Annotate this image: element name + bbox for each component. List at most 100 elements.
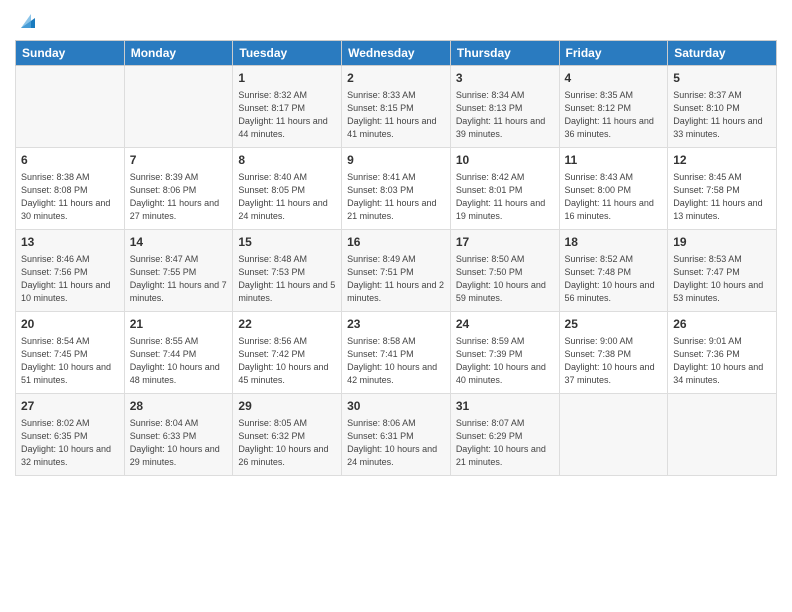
day-content: Sunrise: 8:07 AM Sunset: 6:29 PM Dayligh… — [456, 417, 554, 469]
day-content: Sunrise: 9:00 AM Sunset: 7:38 PM Dayligh… — [565, 335, 663, 387]
day-number: 14 — [130, 234, 228, 251]
calendar-cell: 9 Sunrise: 8:41 AM Sunset: 8:03 PM Daylig… — [342, 148, 451, 230]
day-number: 30 — [347, 398, 445, 415]
calendar-cell: 13 Sunrise: 8:46 AM Sunset: 7:56 PM Dayli… — [16, 230, 125, 312]
weekday-header: Saturday — [668, 41, 777, 66]
day-content: Sunrise: 8:47 AM Sunset: 7:55 PM Dayligh… — [130, 253, 228, 305]
day-content: Sunrise: 8:49 AM Sunset: 7:51 PM Dayligh… — [347, 253, 445, 305]
calendar-table: SundayMondayTuesdayWednesdayThursdayFrid… — [15, 40, 777, 476]
calendar-cell: 17 Sunrise: 8:50 AM Sunset: 7:50 PM Dayli… — [450, 230, 559, 312]
day-content: Sunrise: 8:04 AM Sunset: 6:33 PM Dayligh… — [130, 417, 228, 469]
weekday-header: Tuesday — [233, 41, 342, 66]
header — [15, 10, 777, 32]
calendar-cell: 3 Sunrise: 8:34 AM Sunset: 8:13 PM Daylig… — [450, 66, 559, 148]
calendar-cell: 12 Sunrise: 8:45 AM Sunset: 7:58 PM Dayli… — [668, 148, 777, 230]
calendar-cell: 16 Sunrise: 8:49 AM Sunset: 7:51 PM Dayli… — [342, 230, 451, 312]
day-content: Sunrise: 8:52 AM Sunset: 7:48 PM Dayligh… — [565, 253, 663, 305]
day-number: 1 — [238, 70, 336, 87]
calendar-cell: 10 Sunrise: 8:42 AM Sunset: 8:01 PM Dayli… — [450, 148, 559, 230]
day-content: Sunrise: 8:34 AM Sunset: 8:13 PM Dayligh… — [456, 89, 554, 141]
calendar-cell: 18 Sunrise: 8:52 AM Sunset: 7:48 PM Dayli… — [559, 230, 668, 312]
day-number: 5 — [673, 70, 771, 87]
day-number: 25 — [565, 316, 663, 333]
calendar-body: 1 Sunrise: 8:32 AM Sunset: 8:17 PM Daylig… — [16, 66, 777, 476]
calendar-cell: 20 Sunrise: 8:54 AM Sunset: 7:45 PM Dayli… — [16, 312, 125, 394]
day-number: 29 — [238, 398, 336, 415]
calendar-cell: 28Sunrise: 8:04 AM Sunset: 6:33 PM Dayli… — [124, 394, 233, 476]
weekday-header: Friday — [559, 41, 668, 66]
day-content: Sunrise: 9:01 AM Sunset: 7:36 PM Dayligh… — [673, 335, 771, 387]
calendar-cell — [668, 394, 777, 476]
calendar-cell: 15 Sunrise: 8:48 AM Sunset: 7:53 PM Dayli… — [233, 230, 342, 312]
day-content: Sunrise: 8:41 AM Sunset: 8:03 PM Dayligh… — [347, 171, 445, 223]
day-number: 23 — [347, 316, 445, 333]
calendar-week-row: 20 Sunrise: 8:54 AM Sunset: 7:45 PM Dayli… — [16, 312, 777, 394]
logo — [15, 10, 39, 32]
day-number: 18 — [565, 234, 663, 251]
weekday-header: Thursday — [450, 41, 559, 66]
day-number: 17 — [456, 234, 554, 251]
day-content: Sunrise: 8:02 AM Sunset: 6:35 PM Dayligh… — [21, 417, 119, 469]
calendar-week-row: 6 Sunrise: 8:38 AM Sunset: 8:08 PM Daylig… — [16, 148, 777, 230]
day-content: Sunrise: 8:55 AM Sunset: 7:44 PM Dayligh… — [130, 335, 228, 387]
day-content: Sunrise: 8:33 AM Sunset: 8:15 PM Dayligh… — [347, 89, 445, 141]
day-number: 9 — [347, 152, 445, 169]
day-number: 3 — [456, 70, 554, 87]
day-number: 10 — [456, 152, 554, 169]
calendar-cell: 24Sunrise: 8:59 AM Sunset: 7:39 PM Dayli… — [450, 312, 559, 394]
calendar-cell: 14 Sunrise: 8:47 AM Sunset: 7:55 PM Dayli… — [124, 230, 233, 312]
day-content: Sunrise: 8:48 AM Sunset: 7:53 PM Dayligh… — [238, 253, 336, 305]
calendar-cell: 2Sunrise: 8:33 AM Sunset: 8:15 PM Daylig… — [342, 66, 451, 148]
calendar-cell: 5 Sunrise: 8:37 AM Sunset: 8:10 PM Daylig… — [668, 66, 777, 148]
day-number: 26 — [673, 316, 771, 333]
calendar-cell: 4Sunrise: 8:35 AM Sunset: 8:12 PM Daylig… — [559, 66, 668, 148]
day-content: Sunrise: 8:56 AM Sunset: 7:42 PM Dayligh… — [238, 335, 336, 387]
calendar-week-row: 13 Sunrise: 8:46 AM Sunset: 7:56 PM Dayli… — [16, 230, 777, 312]
calendar-cell — [124, 66, 233, 148]
calendar-cell: 25 Sunrise: 9:00 AM Sunset: 7:38 PM Dayli… — [559, 312, 668, 394]
day-content: Sunrise: 8:50 AM Sunset: 7:50 PM Dayligh… — [456, 253, 554, 305]
calendar-header-row: SundayMondayTuesdayWednesdayThursdayFrid… — [16, 41, 777, 66]
calendar-cell: 6 Sunrise: 8:38 AM Sunset: 8:08 PM Daylig… — [16, 148, 125, 230]
day-content: Sunrise: 8:54 AM Sunset: 7:45 PM Dayligh… — [21, 335, 119, 387]
day-content: Sunrise: 8:42 AM Sunset: 8:01 PM Dayligh… — [456, 171, 554, 223]
day-number: 12 — [673, 152, 771, 169]
day-number: 27 — [21, 398, 119, 415]
day-number: 15 — [238, 234, 336, 251]
day-number: 7 — [130, 152, 228, 169]
day-content: Sunrise: 8:43 AM Sunset: 8:00 PM Dayligh… — [565, 171, 663, 223]
day-content: Sunrise: 8:40 AM Sunset: 8:05 PM Dayligh… — [238, 171, 336, 223]
calendar-cell: 31Sunrise: 8:07 AM Sunset: 6:29 PM Dayli… — [450, 394, 559, 476]
calendar-week-row: 1 Sunrise: 8:32 AM Sunset: 8:17 PM Daylig… — [16, 66, 777, 148]
calendar-cell — [16, 66, 125, 148]
calendar-cell: 7Sunrise: 8:39 AM Sunset: 8:06 PM Daylig… — [124, 148, 233, 230]
weekday-header: Wednesday — [342, 41, 451, 66]
day-number: 6 — [21, 152, 119, 169]
calendar-cell: 29Sunrise: 8:05 AM Sunset: 6:32 PM Dayli… — [233, 394, 342, 476]
day-number: 22 — [238, 316, 336, 333]
day-number: 16 — [347, 234, 445, 251]
calendar-cell: 22 Sunrise: 8:56 AM Sunset: 7:42 PM Dayli… — [233, 312, 342, 394]
day-content: Sunrise: 8:58 AM Sunset: 7:41 PM Dayligh… — [347, 335, 445, 387]
calendar-cell: 1 Sunrise: 8:32 AM Sunset: 8:17 PM Daylig… — [233, 66, 342, 148]
logo-icon — [17, 10, 39, 32]
calendar-cell: 26 Sunrise: 9:01 AM Sunset: 7:36 PM Dayli… — [668, 312, 777, 394]
day-number: 20 — [21, 316, 119, 333]
calendar-cell: 19Sunrise: 8:53 AM Sunset: 7:47 PM Dayli… — [668, 230, 777, 312]
day-content: Sunrise: 8:32 AM Sunset: 8:17 PM Dayligh… — [238, 89, 336, 141]
day-content: Sunrise: 8:45 AM Sunset: 7:58 PM Dayligh… — [673, 171, 771, 223]
calendar-week-row: 27 Sunrise: 8:02 AM Sunset: 6:35 PM Dayli… — [16, 394, 777, 476]
page: SundayMondayTuesdayWednesdayThursdayFrid… — [0, 0, 792, 612]
calendar-cell — [559, 394, 668, 476]
day-number: 11 — [565, 152, 663, 169]
weekday-header: Monday — [124, 41, 233, 66]
day-content: Sunrise: 8:37 AM Sunset: 8:10 PM Dayligh… — [673, 89, 771, 141]
day-content: Sunrise: 8:35 AM Sunset: 8:12 PM Dayligh… — [565, 89, 663, 141]
day-number: 19 — [673, 234, 771, 251]
day-number: 13 — [21, 234, 119, 251]
day-number: 21 — [130, 316, 228, 333]
day-content: Sunrise: 8:38 AM Sunset: 8:08 PM Dayligh… — [21, 171, 119, 223]
day-content: Sunrise: 8:46 AM Sunset: 7:56 PM Dayligh… — [21, 253, 119, 305]
calendar-cell: 27 Sunrise: 8:02 AM Sunset: 6:35 PM Dayli… — [16, 394, 125, 476]
day-number: 8 — [238, 152, 336, 169]
